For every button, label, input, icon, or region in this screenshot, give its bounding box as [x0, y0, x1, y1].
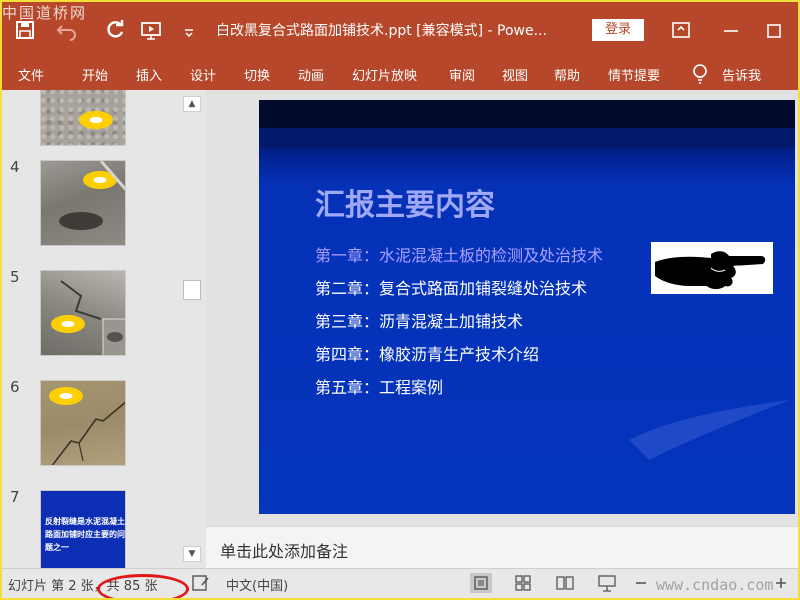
notes-placeholder[interactable]: 单击此处添加备注	[220, 538, 348, 562]
tab-home[interactable]: 开始	[82, 65, 108, 84]
customize-qat-icon[interactable]	[178, 19, 200, 41]
tell-me-search[interactable]: 告诉我	[722, 65, 761, 84]
tab-transitions[interactable]: 切换	[244, 65, 270, 84]
slideshow-view-icon[interactable]	[596, 573, 618, 593]
slide-thumbnail-panel: 4 5 6 7 反射裂缝是水泥混凝土路面加铺时应主要的问题之一	[2, 90, 206, 568]
slide-thumbnail-5[interactable]	[40, 270, 126, 356]
slide-thumbnail-4[interactable]	[40, 160, 126, 246]
background-swoosh-decoration	[629, 400, 789, 460]
login-button[interactable]: 登录	[592, 19, 644, 41]
slide-header-band	[259, 128, 795, 148]
pothole-image	[59, 161, 125, 230]
pointing-hand-image[interactable]	[651, 242, 773, 294]
chapter-3[interactable]: 第三章：沥青混凝土加铺技术	[315, 308, 523, 332]
tab-storyboard[interactable]: 情节提要	[608, 65, 660, 84]
current-slide[interactable]: 汇报主要内容 第一章：水泥混凝土板的检测及处治技术 第二章：复合式路面加铺裂缝处…	[259, 100, 795, 514]
slide-title[interactable]: 汇报主要内容	[315, 180, 495, 224]
chapter-1[interactable]: 第一章：水泥混凝土板的检测及处治技术	[315, 242, 603, 266]
normal-view-icon[interactable]	[470, 573, 492, 593]
tab-slideshow[interactable]: 幻灯片放映	[352, 65, 417, 84]
watermark-bottom: www.cndao.com	[656, 576, 774, 594]
present-from-start-icon[interactable]	[140, 19, 162, 41]
scroll-down-button[interactable]: ▼	[183, 546, 201, 562]
save-icon[interactable]	[14, 19, 36, 41]
tab-help[interactable]: 帮助	[554, 65, 580, 84]
slide-thumbnail-3[interactable]	[40, 90, 126, 146]
slide-number: 6	[10, 378, 20, 396]
tab-view[interactable]: 视图	[502, 65, 528, 84]
tab-file[interactable]: 文件	[18, 65, 44, 84]
tab-review[interactable]: 审阅	[449, 65, 475, 84]
title-bar: 中国道桥网 白改黑复合式路面加铺技术.ppt [兼容模式] - Powe... …	[2, 2, 798, 56]
powerpoint-window: 中国道桥网 白改黑复合式路面加铺技术.ppt [兼容模式] - Powe... …	[2, 2, 798, 598]
cracked-road-image	[60, 280, 125, 355]
highlight-ellipse-annotation	[97, 574, 189, 598]
notes-pane[interactable]: 单击此处添加备注	[206, 526, 798, 568]
tab-insert[interactable]: 插入	[136, 65, 162, 84]
tab-animations[interactable]: 动画	[298, 65, 324, 84]
scroll-thumb[interactable]	[183, 280, 201, 300]
document-title: 白改黑复合式路面加铺技术.ppt [兼容模式] - Powe...	[216, 23, 547, 39]
undo-icon[interactable]	[56, 19, 78, 41]
chapter-5[interactable]: 第五章：工程案例	[315, 374, 443, 398]
badge-icon	[81, 113, 111, 127]
thumbnail-text: 反射裂缝是水泥混凝土路面加铺时应主要的问题之一	[45, 517, 125, 552]
scroll-up-button[interactable]: ▲	[183, 96, 201, 112]
slide-header-band	[259, 100, 795, 128]
zoom-out-icon[interactable]	[630, 573, 652, 593]
restore-icon[interactable]	[764, 19, 786, 41]
language-indicator[interactable]: 中文(中国)	[226, 575, 288, 594]
spelling-check-icon[interactable]	[190, 573, 212, 593]
redo-icon[interactable]	[104, 19, 126, 41]
slide-number: 5	[10, 268, 20, 286]
thumbnail-scrollbar[interactable]	[182, 96, 202, 566]
minimize-icon[interactable]	[720, 19, 742, 41]
slide-sorter-icon[interactable]	[512, 573, 534, 593]
tab-design[interactable]: 设计	[190, 65, 216, 84]
slide-thumbnail-7[interactable]: 反射裂缝是水泥混凝土路面加铺时应主要的问题之一	[40, 490, 126, 568]
slide-number: 4	[10, 158, 20, 176]
pointing-hand-icon	[655, 251, 766, 289]
ribbon-display-icon[interactable]	[670, 19, 692, 41]
chapter-2[interactable]: 第二章：复合式路面加铺裂缝处治技术	[315, 275, 587, 299]
reading-view-icon[interactable]	[554, 573, 576, 593]
lightbulb-icon[interactable]	[690, 63, 710, 85]
slide-number: 7	[10, 488, 20, 506]
slide-thumbnail-6[interactable]	[40, 380, 126, 466]
crack-image	[51, 401, 125, 465]
chapter-4[interactable]: 第四章：橡胶沥青生产技术介绍	[315, 341, 539, 365]
ribbon-tabs: 文件 开始 插入 设计 切换 动画 幻灯片放映 审阅 视图 帮助 情节提要 告诉…	[2, 56, 798, 90]
